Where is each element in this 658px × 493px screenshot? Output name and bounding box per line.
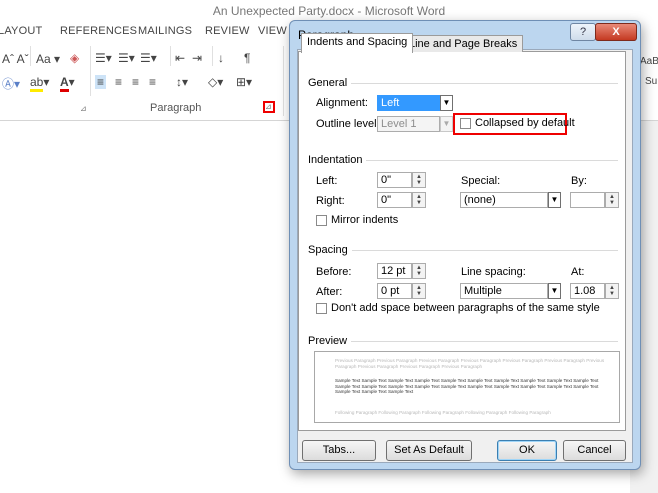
styles-gallery-fragment-2[interactable]: Su xyxy=(645,76,657,87)
collapsed-label: Collapsed by default xyxy=(475,117,575,129)
alignment-select[interactable]: Left xyxy=(377,95,440,111)
increase-indent-icon[interactable]: ⇥ xyxy=(192,51,202,65)
tab-review[interactable]: REVIEW xyxy=(205,25,250,37)
by-label: By: xyxy=(571,175,587,187)
section-divider xyxy=(366,160,618,161)
cancel-button[interactable]: Cancel xyxy=(563,440,626,461)
grow-font-icon[interactable]: Aˆ Aˇ xyxy=(2,52,29,66)
borders-icon[interactable]: ⊞▾ xyxy=(236,75,252,89)
at-input[interactable]: 1.08 xyxy=(570,283,605,299)
chevron-down-icon[interactable]: ▼ xyxy=(548,283,561,299)
right-indent-label: Right: xyxy=(316,195,345,207)
divider xyxy=(30,46,31,66)
alignment-label: Alignment: xyxy=(316,97,368,109)
outline-level-select[interactable]: Level 1 xyxy=(377,116,440,132)
tab-references[interactable]: REFERENCES xyxy=(60,25,137,37)
change-case-icon[interactable]: Aa ▾ xyxy=(36,52,60,66)
tab-mailings[interactable]: MAILINGS xyxy=(138,25,192,37)
paragraph-group-label: Paragraph xyxy=(150,102,202,114)
decrease-indent-icon[interactable]: ⇤ xyxy=(175,51,185,65)
show-marks-icon[interactable]: ¶ xyxy=(244,51,250,65)
mirror-indents-checkbox[interactable] xyxy=(316,215,327,226)
tabs-button[interactable]: Tabs... xyxy=(302,440,376,461)
shading-icon[interactable]: ◇▾ xyxy=(208,75,223,89)
dont-add-space-checkbox[interactable] xyxy=(316,303,327,314)
left-indent-label: Left: xyxy=(316,175,338,187)
multilevel-list-icon[interactable]: ☰▾ xyxy=(140,51,157,65)
tab-line-and-page-breaks[interactable]: Line and Page Breaks xyxy=(403,35,524,52)
align-right-icon[interactable]: ≡ xyxy=(132,75,139,89)
mirror-indents-label: Mirror indents xyxy=(331,214,399,226)
after-input[interactable]: 0 pt xyxy=(377,283,412,299)
before-spinner[interactable]: ▲ ▼ xyxy=(412,263,426,279)
bullets-icon[interactable]: ☰▾ xyxy=(95,51,112,65)
tab-view[interactable]: VIEW xyxy=(258,25,287,37)
divider xyxy=(90,46,91,96)
tab-layout[interactable]: LAYOUT xyxy=(0,25,42,37)
font-dialog-launcher-icon[interactable]: ⊿ xyxy=(80,104,87,113)
preview-box: Previous Paragraph Previous Paragraph Pr… xyxy=(314,351,620,423)
by-spinner[interactable]: ▲ ▼ xyxy=(605,192,619,208)
before-label: Before: xyxy=(316,266,352,278)
at-spinner[interactable]: ▲ ▼ xyxy=(605,283,619,299)
special-label: Special: xyxy=(461,175,501,187)
divider xyxy=(283,46,284,116)
close-button[interactable]: X xyxy=(595,23,637,41)
after-spinner[interactable]: ▲ ▼ xyxy=(412,283,426,299)
highlight-color-icon[interactable]: ab▾ xyxy=(30,75,49,92)
special-select[interactable]: (none) xyxy=(460,192,548,208)
preview-following-text: Following Paragraph Following Paragraph … xyxy=(335,410,551,415)
collapsed-checkbox[interactable] xyxy=(460,118,471,129)
justify-icon[interactable]: ≡ xyxy=(149,75,156,89)
right-indent-input[interactable]: 0" xyxy=(377,192,412,208)
after-label: After: xyxy=(316,286,343,298)
document-title: An Unexpected Party.docx - Microsoft Wor… xyxy=(212,4,446,18)
preview-previous-text: Previous Paragraph Previous Paragraph Pr… xyxy=(335,358,605,369)
styles-gallery-fragment[interactable]: AaB xyxy=(640,56,658,67)
clear-formatting-icon[interactable]: ◈ xyxy=(70,51,79,65)
outline-level-label: Outline level: xyxy=(316,118,380,130)
before-input[interactable]: 12 pt xyxy=(377,263,412,279)
preview-sample-text: Sample Text Sample Text Sample Text Samp… xyxy=(335,378,599,395)
chevron-down-icon[interactable]: ▼ xyxy=(440,95,453,111)
help-button[interactable]: ? xyxy=(570,23,596,41)
align-left-icon[interactable]: ≡ xyxy=(95,75,107,89)
ok-button[interactable]: OK xyxy=(497,440,557,461)
chevron-down-icon[interactable]: ▼ xyxy=(440,116,453,132)
align-center-icon[interactable]: ≡ xyxy=(115,75,122,89)
by-input[interactable] xyxy=(570,192,605,208)
text-effects-icon[interactable]: Ⓐ▾ xyxy=(2,75,20,92)
right-indent-spinner[interactable]: ▲ ▼ xyxy=(412,192,426,208)
preview-heading: Preview xyxy=(308,335,352,347)
sort-icon[interactable]: ↓ xyxy=(218,51,224,65)
left-indent-spinner[interactable]: ▲ ▼ xyxy=(412,172,426,188)
section-divider xyxy=(346,83,618,84)
line-spacing-icon[interactable]: ↕▾ xyxy=(176,75,188,89)
section-divider xyxy=(346,341,618,342)
tab-indents-and-spacing[interactable]: Indents and Spacing xyxy=(301,33,414,53)
divider xyxy=(170,46,171,66)
divider xyxy=(212,46,213,66)
left-indent-input[interactable]: 0" xyxy=(377,172,412,188)
section-divider xyxy=(348,250,618,251)
indentation-heading: Indentation xyxy=(308,154,367,166)
set-as-default-button[interactable]: Set As Default xyxy=(386,440,472,461)
at-label: At: xyxy=(571,266,585,278)
dont-add-space-label: Don't add space between paragraphs of th… xyxy=(331,302,600,314)
general-heading: General xyxy=(308,77,352,89)
chevron-down-icon[interactable]: ▼ xyxy=(548,192,561,208)
numbering-icon[interactable]: ☰▾ xyxy=(118,51,135,65)
spacing-heading: Spacing xyxy=(308,244,352,256)
launcher-highlight xyxy=(263,101,275,113)
font-color-icon[interactable]: A▾ xyxy=(60,75,75,92)
line-spacing-select[interactable]: Multiple xyxy=(460,283,548,299)
line-spacing-label: Line spacing: xyxy=(461,266,526,278)
